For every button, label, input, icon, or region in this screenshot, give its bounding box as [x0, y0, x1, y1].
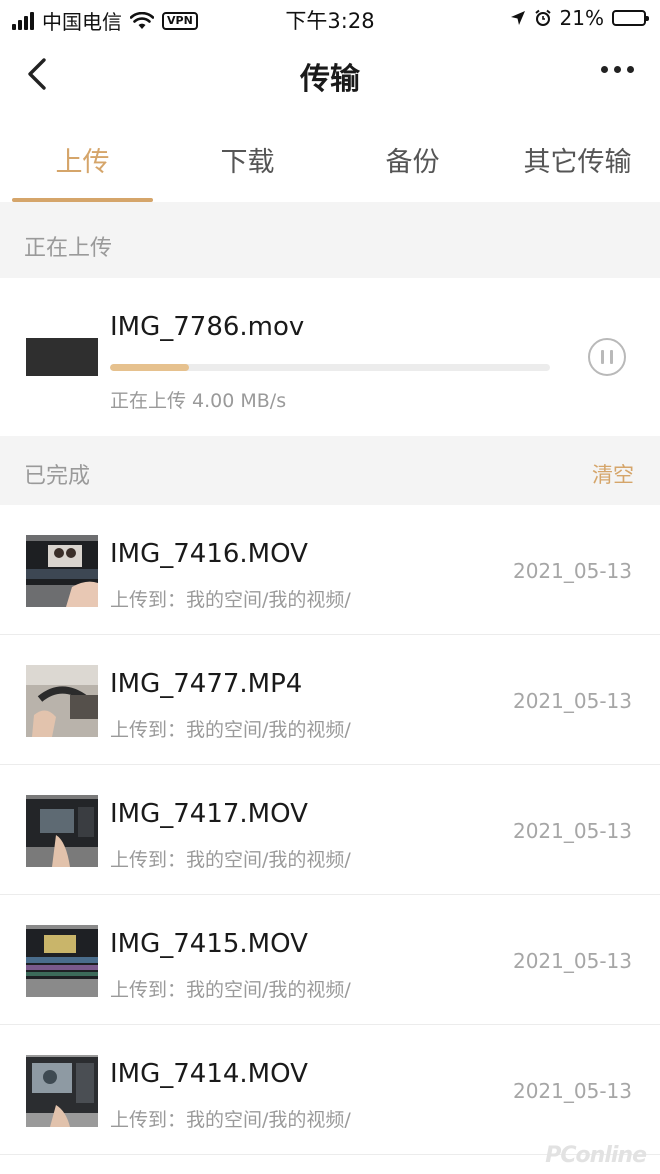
upload-date: 2021_05-13 — [512, 819, 632, 843]
tab-download[interactable]: 下载 — [165, 112, 330, 202]
list-item[interactable]: IMG_7415.MOV 上传到：我的空间/我的视频/ 2021_05-13 — [0, 895, 660, 1025]
battery-icon — [612, 10, 649, 26]
tab-other-transfer[interactable]: 其它传输 — [495, 112, 660, 202]
tab-backup[interactable]: 备份 — [330, 112, 495, 202]
upload-date: 2021_05-13 — [512, 949, 632, 973]
navigation-bar: 传输 — [0, 36, 660, 112]
watermark-logo: PConline — [545, 1143, 647, 1168]
upload-date: 2021_05-13 — [512, 689, 632, 713]
clear-button[interactable]: 清空 — [592, 459, 634, 489]
upload-progress-fill — [110, 364, 190, 371]
video-thumbnail — [26, 665, 98, 737]
tab-upload[interactable]: 上传 — [0, 112, 165, 202]
page-title: 传输 — [300, 62, 360, 97]
pause-icon[interactable] — [588, 338, 626, 376]
video-thumbnail — [26, 535, 98, 607]
battery-percent: 21% — [559, 6, 604, 30]
completed-list: IMG_7416.MOV 上传到：我的空间/我的视频/ 2021_05-13 I… — [0, 505, 660, 1155]
video-thumbnail — [26, 1055, 98, 1127]
upload-destination: 上传到：我的空间/我的视频/ — [110, 589, 351, 611]
file-name: IMG_7415.MOV — [110, 929, 308, 959]
section-title-uploading: 正在上传 — [24, 236, 113, 261]
status-bar: 中国电信 VPN 下午3:28 21% — [0, 0, 660, 36]
upload-status: 正在上传 4.00 MB/s — [110, 390, 287, 412]
tab-bar: 上传 下载 备份 其它传输 — [0, 112, 660, 202]
alarm-icon — [534, 9, 551, 26]
video-thumbnail — [26, 338, 98, 376]
status-right: 21% — [510, 6, 649, 30]
video-thumbnail — [26, 795, 98, 867]
file-name: IMG_7477.MP4 — [110, 669, 303, 699]
video-thumbnail — [26, 925, 98, 997]
location-icon — [510, 11, 525, 25]
file-name: IMG_7414.MOV — [110, 1059, 308, 1089]
upload-destination: 上传到：我的空间/我的视频/ — [110, 1109, 351, 1131]
list-item[interactable]: IMG_7416.MOV 上传到：我的空间/我的视频/ 2021_05-13 — [0, 505, 660, 635]
upload-date: 2021_05-13 — [512, 1079, 632, 1103]
upload-destination: 上传到：我的空间/我的视频/ — [110, 719, 351, 741]
uploading-section-header: 正在上传 — [0, 202, 660, 278]
file-name: IMG_7786.mov — [110, 312, 305, 342]
upload-destination: 上传到：我的空间/我的视频/ — [110, 979, 351, 1001]
upload-destination: 上传到：我的空间/我的视频/ — [110, 849, 351, 871]
uploading-item[interactable]: IMG_7786.mov 正在上传 4.00 MB/s — [0, 278, 660, 436]
completed-section-header: 已完成 清空 — [0, 436, 660, 505]
list-item[interactable]: IMG_7477.MP4 上传到：我的空间/我的视频/ 2021_05-13 — [0, 635, 660, 765]
file-name: IMG_7416.MOV — [110, 539, 308, 569]
file-name: IMG_7417.MOV — [110, 799, 308, 829]
upload-progress-bar — [110, 364, 550, 371]
section-title-completed: 已完成 — [24, 464, 91, 489]
list-item[interactable]: IMG_7417.MOV 上传到：我的空间/我的视频/ 2021_05-13 — [0, 765, 660, 895]
more-icon[interactable] — [601, 66, 634, 73]
upload-date: 2021_05-13 — [512, 559, 632, 583]
list-item[interactable]: IMG_7414.MOV 上传到：我的空间/我的视频/ 2021_05-13 — [0, 1025, 660, 1155]
